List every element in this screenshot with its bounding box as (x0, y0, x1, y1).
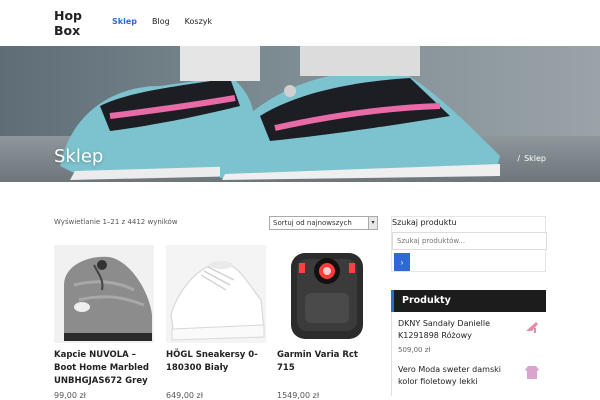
product-name[interactable]: Garmin Varia Rct 715 (277, 349, 377, 375)
nav-item-sklep[interactable]: Sklep (112, 17, 137, 26)
slipper-image[interactable] (54, 245, 154, 343)
product-name[interactable]: Kapcie NUVOLA – Boot Home Marbled UNBHGJ… (54, 349, 154, 388)
sandal-image[interactable] (524, 318, 540, 334)
list-item-title[interactable]: Vero Moda sweter damski kolor fioletowy … (398, 364, 522, 388)
main-nav: Sklep Blog Koszyk (112, 17, 212, 26)
sweater-image[interactable] (524, 364, 540, 380)
product-price: 99,00 zł (54, 391, 86, 400)
site-logo[interactable]: Hop Box (54, 8, 94, 38)
sneaker-image[interactable] (166, 245, 266, 343)
list-item-title[interactable]: DKNY Sandały Danielle K1291898 Różowy (398, 318, 522, 342)
nav-item-koszyk[interactable]: Koszyk (185, 17, 212, 26)
hero-banner: Sklep / Sklep (0, 46, 600, 182)
products-widget-list: DKNY Sandały Danielle K1291898 Różowy 50… (391, 312, 546, 396)
product-card[interactable]: HÖGL Sneakersy 0-180300 Biały 649,00 zł (166, 245, 266, 400)
list-item[interactable]: Vero Moda sweter damski kolor fioletowy … (392, 358, 546, 396)
products-widget: Produkty DKNY Sandały Danielle K1291898 … (391, 290, 546, 396)
product-name[interactable]: HÖGL Sneakersy 0-180300 Biały (166, 349, 266, 375)
sort-selected-value: Sortuj od najnowszych (273, 219, 352, 227)
list-item[interactable]: DKNY Sandały Danielle K1291898 Różowy 50… (392, 312, 546, 358)
list-item-price: 509,00 zł (398, 346, 431, 354)
result-count: Wyświetlanie 1–21 z 4412 wyników (54, 218, 178, 226)
product-price: 1549,00 zł (277, 391, 320, 400)
product-price: 649,00 zł (166, 391, 204, 400)
breadcrumb-home[interactable] (491, 154, 513, 163)
breadcrumb: / Sklep (491, 154, 546, 163)
site-header: Hop Box Sklep Blog Koszyk (0, 0, 600, 46)
dropdown-arrow-icon[interactable]: ▾ (368, 217, 377, 229)
products-widget-title: Produkty (391, 290, 546, 312)
breadcrumb-separator: / (517, 154, 521, 163)
search-widget: Szukaj produktu › (391, 216, 547, 272)
search-input[interactable] (392, 232, 547, 250)
logo-line-2[interactable]: Box (54, 23, 94, 38)
page-title: Sklep (54, 146, 104, 167)
nav-item-blog[interactable]: Blog (152, 17, 170, 26)
bike-light-image[interactable] (277, 245, 377, 343)
search-button[interactable]: › (394, 253, 410, 271)
logo-line-1[interactable]: Hop (54, 8, 94, 23)
search-widget-title: Szukaj produktu (392, 218, 457, 227)
product-card[interactable]: Garmin Varia Rct 715 1549,00 zł (277, 245, 377, 400)
breadcrumb-current: Sklep (524, 154, 546, 163)
chevron-right-icon: › (400, 257, 404, 267)
sort-select[interactable]: Sortuj od najnowszych ▾ (269, 216, 378, 230)
product-card[interactable]: Kapcie NUVOLA – Boot Home Marbled UNBHGJ… (54, 245, 154, 400)
